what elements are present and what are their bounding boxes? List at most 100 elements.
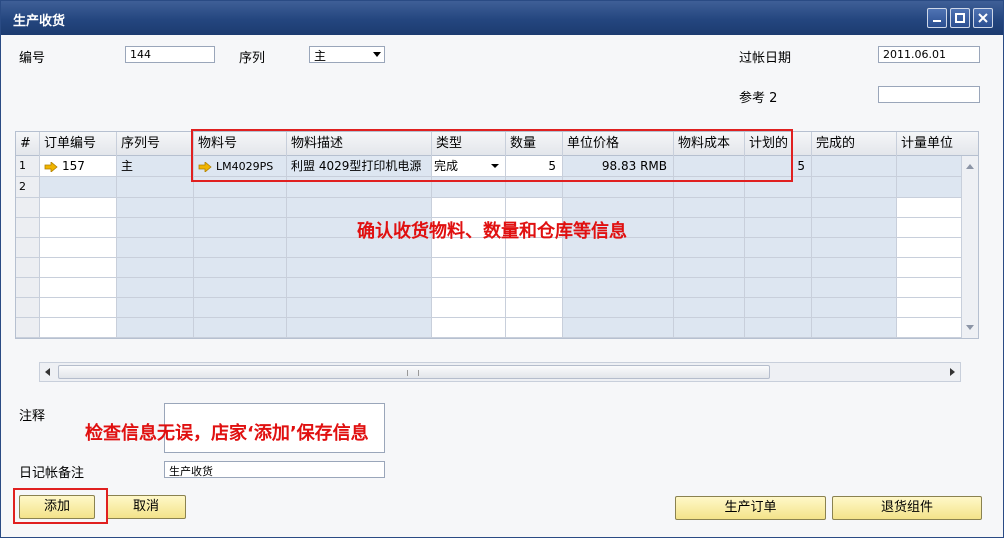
return-components-button[interactable]: 退货组件 — [832, 496, 982, 520]
empty-cell[interactable] — [674, 198, 745, 218]
empty-cell[interactable] — [812, 218, 897, 238]
empty-cell[interactable] — [117, 258, 194, 278]
empty-cell[interactable] — [432, 318, 506, 338]
empty-cell[interactable] — [812, 238, 897, 258]
empty-cell[interactable] — [563, 298, 674, 318]
empty-cell[interactable] — [812, 318, 897, 338]
empty-cell[interactable] — [563, 318, 674, 338]
scroll-right-icon[interactable] — [950, 368, 955, 376]
row-number[interactable]: 1 — [16, 156, 40, 177]
empty-cell[interactable] — [16, 198, 40, 218]
empty-cell[interactable] — [745, 218, 812, 238]
empty-cell[interactable] — [117, 278, 194, 298]
order-no-cell[interactable] — [40, 177, 117, 198]
maximize-button[interactable] — [950, 8, 970, 28]
uom-cell[interactable] — [897, 156, 962, 177]
empty-cell[interactable] — [194, 218, 287, 238]
empty-cell[interactable] — [897, 198, 962, 218]
minimize-button[interactable] — [927, 8, 947, 28]
empty-cell[interactable] — [897, 278, 962, 298]
scroll-thumb[interactable] — [58, 365, 770, 379]
production-order-button[interactable]: 生产订单 — [675, 496, 826, 520]
scroll-down-icon[interactable] — [966, 325, 974, 330]
empty-cell[interactable] — [432, 278, 506, 298]
empty-cell[interactable] — [117, 298, 194, 318]
cancel-button[interactable]: 取消 — [106, 495, 186, 519]
empty-cell[interactable] — [40, 298, 117, 318]
empty-cell[interactable] — [674, 278, 745, 298]
empty-cell[interactable] — [16, 318, 40, 338]
uom-cell[interactable] — [897, 177, 962, 198]
col-header-order-no[interactable]: 订单编号 — [40, 132, 117, 156]
number-field[interactable]: 144 — [125, 46, 215, 63]
empty-cell[interactable] — [194, 298, 287, 318]
empty-cell[interactable] — [812, 198, 897, 218]
empty-table-row[interactable] — [16, 298, 962, 319]
empty-cell[interactable] — [506, 278, 563, 298]
empty-cell[interactable] — [745, 238, 812, 258]
empty-cell[interactable] — [40, 218, 117, 238]
empty-cell[interactable] — [16, 258, 40, 278]
empty-cell[interactable] — [812, 298, 897, 318]
scroll-up-icon[interactable] — [966, 164, 974, 169]
empty-cell[interactable] — [745, 198, 812, 218]
empty-cell[interactable] — [16, 238, 40, 258]
empty-cell[interactable] — [745, 278, 812, 298]
empty-cell[interactable] — [674, 318, 745, 338]
empty-cell[interactable] — [563, 258, 674, 278]
empty-cell[interactable] — [674, 218, 745, 238]
empty-cell[interactable] — [16, 298, 40, 318]
series-select[interactable]: 主 — [309, 46, 385, 63]
empty-cell[interactable] — [563, 278, 674, 298]
close-button[interactable] — [973, 8, 993, 28]
link-arrow-icon[interactable] — [44, 161, 58, 172]
empty-table-row[interactable] — [16, 318, 962, 338]
empty-cell[interactable] — [117, 218, 194, 238]
empty-cell[interactable] — [563, 198, 674, 218]
empty-cell[interactable] — [812, 258, 897, 278]
empty-cell[interactable] — [117, 238, 194, 258]
empty-cell[interactable] — [506, 198, 563, 218]
empty-cell[interactable] — [287, 258, 432, 278]
series-cell[interactable]: 主 — [117, 156, 194, 177]
empty-cell[interactable] — [674, 298, 745, 318]
empty-cell[interactable] — [194, 258, 287, 278]
empty-cell[interactable] — [506, 298, 563, 318]
posting-date-field[interactable]: 2011.06.01 — [878, 46, 980, 63]
order-no-cell[interactable]: 157 — [40, 156, 117, 177]
empty-cell[interactable] — [16, 278, 40, 298]
empty-cell[interactable] — [40, 258, 117, 278]
empty-cell[interactable] — [897, 218, 962, 238]
col-header-completed[interactable]: 完成的 — [812, 132, 897, 156]
series-cell[interactable] — [117, 177, 194, 198]
empty-table-row[interactable] — [16, 198, 962, 219]
empty-cell[interactable] — [117, 198, 194, 218]
empty-cell[interactable] — [194, 238, 287, 258]
col-header-num[interactable]: # — [16, 132, 40, 156]
empty-cell[interactable] — [897, 318, 962, 338]
empty-cell[interactable] — [40, 198, 117, 218]
empty-cell[interactable] — [16, 218, 40, 238]
completed-cell[interactable] — [812, 177, 897, 198]
empty-cell[interactable] — [745, 298, 812, 318]
empty-cell[interactable] — [194, 318, 287, 338]
empty-cell[interactable] — [674, 238, 745, 258]
completed-cell[interactable] — [812, 156, 897, 177]
row-number[interactable]: 2 — [16, 177, 40, 198]
empty-cell[interactable] — [287, 318, 432, 338]
empty-cell[interactable] — [897, 298, 962, 318]
scroll-left-icon[interactable] — [45, 368, 50, 376]
empty-cell[interactable] — [432, 298, 506, 318]
empty-cell[interactable] — [506, 258, 563, 278]
empty-table-row[interactable] — [16, 258, 962, 279]
empty-cell[interactable] — [432, 198, 506, 218]
empty-cell[interactable] — [506, 318, 563, 338]
empty-cell[interactable] — [194, 198, 287, 218]
empty-cell[interactable] — [287, 198, 432, 218]
empty-cell[interactable] — [40, 278, 117, 298]
empty-cell[interactable] — [812, 278, 897, 298]
empty-cell[interactable] — [432, 258, 506, 278]
empty-cell[interactable] — [194, 278, 287, 298]
journal-remark-field[interactable]: 生产收货 — [164, 461, 385, 478]
ref2-field[interactable] — [878, 86, 980, 103]
